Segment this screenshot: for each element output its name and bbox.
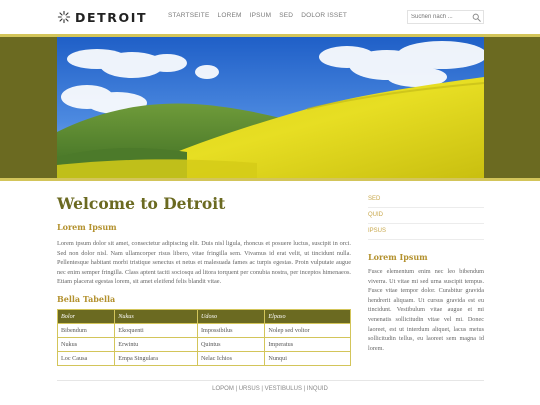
nav-item-ipsum[interactable]: IPSUM [250,12,272,19]
table-cell: Quintus [196,337,266,352]
table-header-cell: Nukus [114,309,198,324]
sidebar-link-ipsus[interactable]: IPSUS [368,224,484,240]
table-cell: Erwintu [114,337,198,352]
table-header-cell: Elpaso [264,309,351,324]
table-row: Bibendum Ekoquenti Impossibilus Nolep se… [56,323,351,338]
search-input[interactable] [408,11,470,23]
sidebar-link-quid[interactable]: QUID [368,208,484,224]
table-row: Nukus Erwintu Quintus Imperatus [56,337,351,352]
intro-paragraph: Lorem ipsum dolor sit amet, consectetur … [57,240,351,285]
site-logo[interactable]: DETROIT [57,9,147,25]
main-nav: STARTSEITE LOREM IPSUM SED DOLOR ISSET [168,12,355,19]
hero-image [57,37,484,178]
table-header-cell: Bolor [56,309,116,324]
brand-name: DETROIT [75,9,148,25]
table-cell: Nukus [56,337,116,352]
nav-item-sed[interactable]: SED [279,12,293,19]
sidebar-paragraph: Fusce elementum enim nec leo bibendum vi… [368,268,484,352]
sidebar-link-sed[interactable]: SED [368,192,484,208]
table-heading: Bella Tabella [57,294,116,304]
sun-burst-icon [57,10,71,24]
table-cell: Loc Causa [56,351,116,366]
nav-item-startseite[interactable]: STARTSEITE [168,12,210,19]
table-row: Loc Causa Empa Singulara Nelac Ichios Nu… [56,351,351,366]
table-cell: Nunqui [264,351,351,366]
search-box [407,10,484,24]
table-cell: Nolep sed voltor [264,323,351,338]
table-cell: Nelac Ichios [196,351,266,366]
magnifier-icon[interactable] [472,13,481,22]
table-cell: Imperatus [264,337,351,352]
nav-item-lorem[interactable]: LOREM [218,12,242,19]
nav-item-dolor-isset[interactable]: DOLOR ISSET [301,12,347,19]
table-cell: Empa Singulara [114,351,198,366]
page-title: Welcome to Detroit [57,194,226,213]
table-header-cell: Udoso [196,309,266,324]
footer-divider [57,380,484,381]
sidebar-links: SED QUID IPSUS [368,192,484,240]
sidebar-heading: Lorem Ipsum [368,252,428,262]
section-heading: Lorem Ipsum [57,222,117,232]
table-header-row: Bolor Nukus Udoso Elpaso [56,309,351,324]
footer-links[interactable]: LOPOM | URSUS | VESTIBULUS | INQUID [0,386,540,392]
data-table: Bolor Nukus Udoso Elpaso Bibendum Ekoque… [56,309,351,366]
table-cell: Ekoquenti [114,323,198,338]
site-header: DETROIT STARTSEITE LOREM IPSUM SED DOLOR… [0,0,540,34]
band-bottom-line [0,178,540,181]
table-cell: Impossibilus [196,323,266,338]
table-cell: Bibendum [56,323,116,338]
